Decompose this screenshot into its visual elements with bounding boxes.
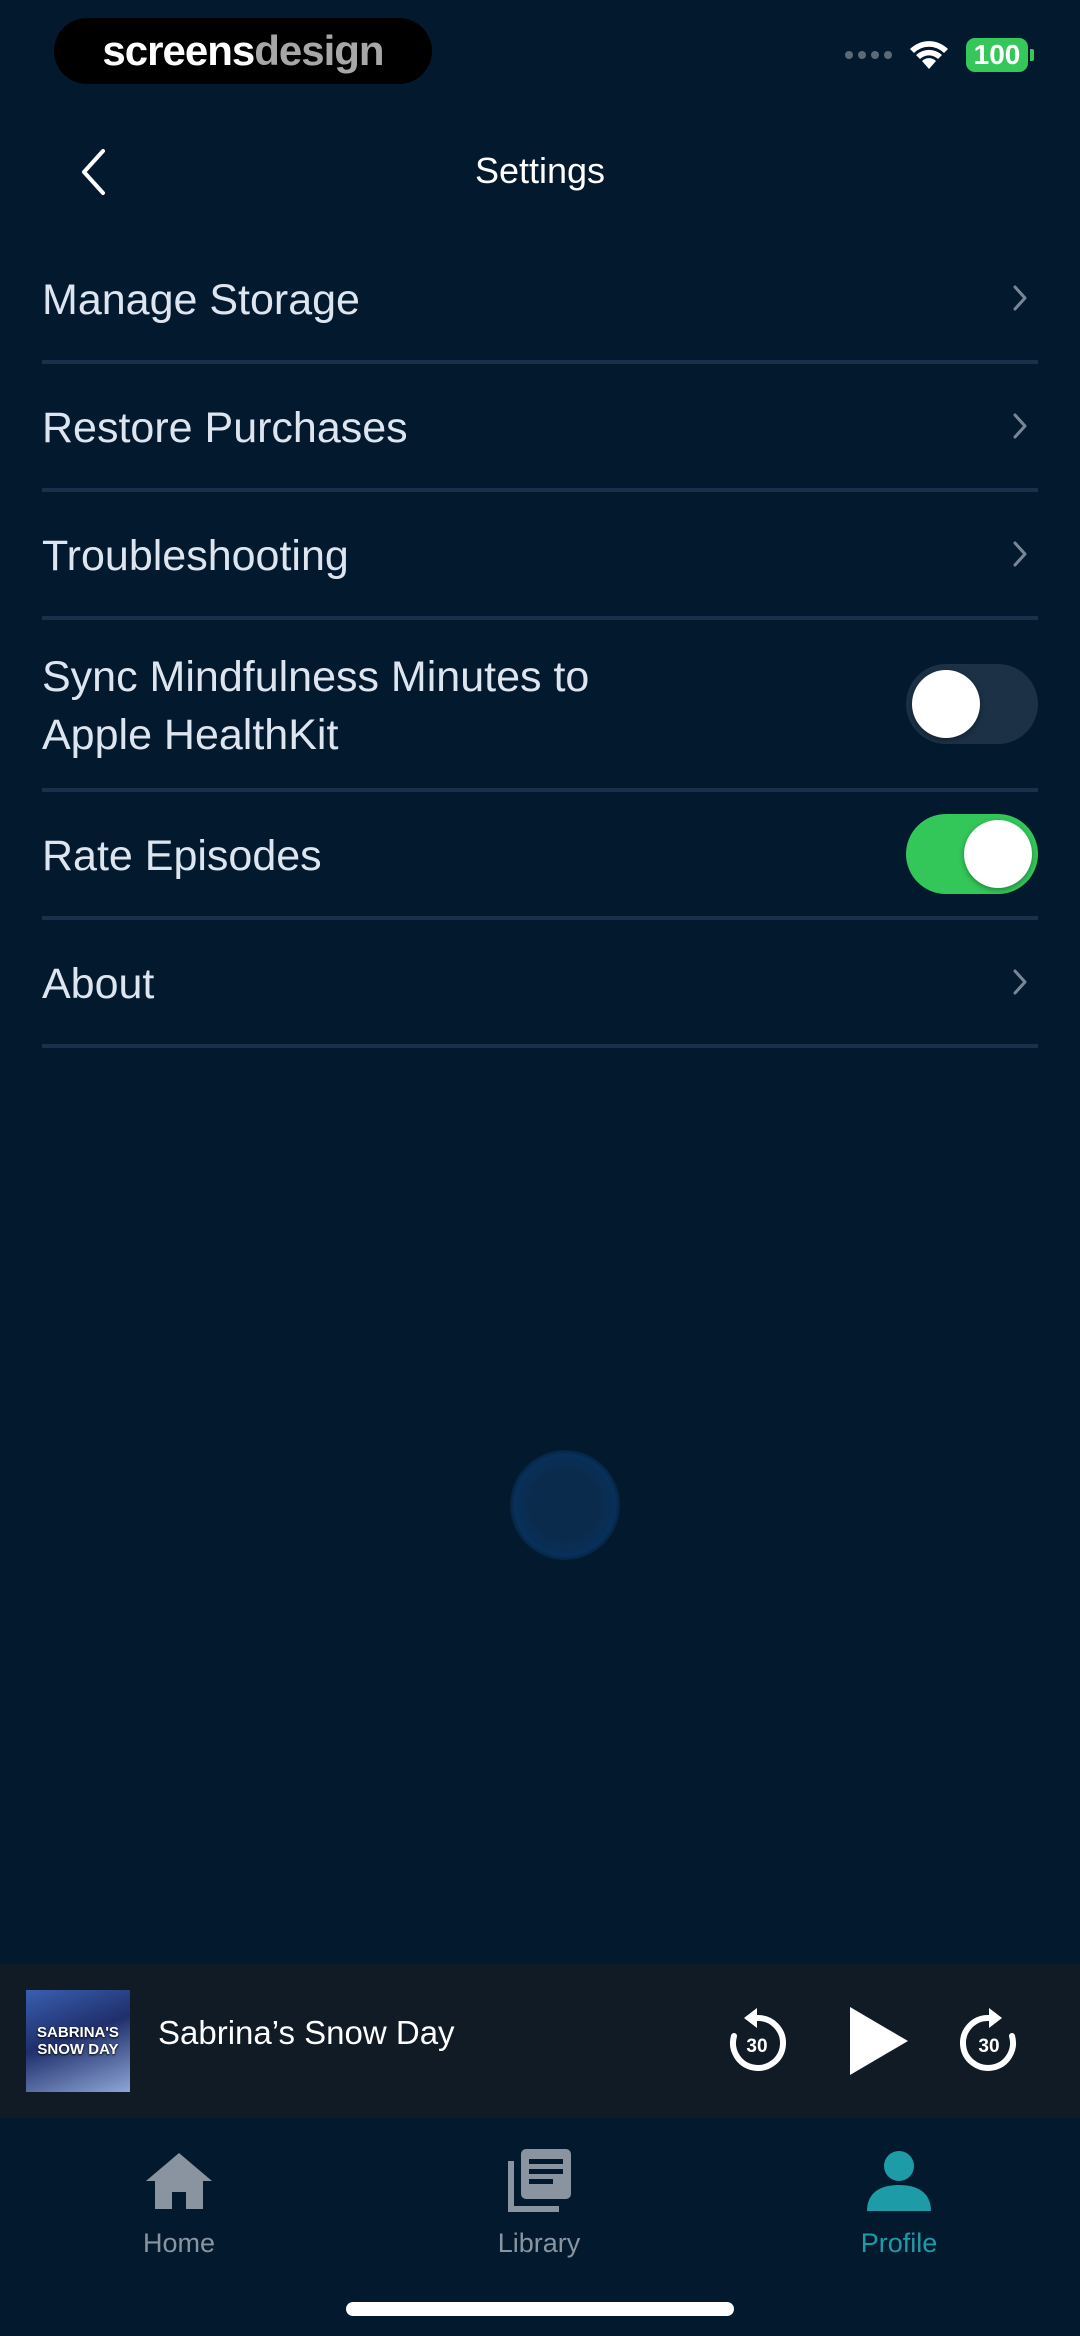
rewind-30-icon: 30 [730, 2008, 786, 2071]
loading-spinner [510, 1450, 620, 1560]
battery-indicator: 100 [966, 38, 1034, 72]
chevron-right-icon [1008, 280, 1032, 316]
artwork-caption-line2: SNOW DAY [37, 2041, 119, 2058]
cellular-signal-icon [845, 51, 892, 59]
settings-row-rate-episodes: Rate Episodes [42, 792, 1038, 920]
library-icon [508, 2149, 571, 2212]
svg-text:30: 30 [746, 2036, 767, 2057]
rewind-30-button[interactable]: 30 [712, 1996, 802, 2086]
rate-episodes-toggle[interactable] [906, 814, 1038, 894]
toggle-knob [912, 670, 980, 738]
chevron-right-icon [1008, 408, 1032, 444]
tab-label: Library [497, 2228, 581, 2258]
tab-label: Home [142, 2228, 216, 2258]
settings-row-label: Sync Mindfulness Minutes to Apple Health… [42, 644, 589, 764]
mini-player[interactable]: SABRINA'S SNOW DAY Sabrina’s Snow Day 30… [0, 1964, 1080, 2118]
tab-home[interactable]: Home [59, 2138, 299, 2259]
status-indicators: 100 [845, 38, 1034, 72]
settings-row-label: Troubleshooting [42, 532, 349, 580]
episode-artwork: SABRINA'S SNOW DAY [26, 1990, 130, 2092]
healthkit-sync-toggle[interactable] [906, 664, 1038, 744]
settings-row-label: Restore Purchases [42, 404, 408, 452]
artwork-caption: SABRINA'S SNOW DAY [37, 2024, 119, 2058]
svg-text:30: 30 [978, 2036, 999, 2057]
chevron-right-icon [1008, 964, 1032, 1000]
settings-row-label: Manage Storage [42, 276, 360, 324]
play-button[interactable] [834, 1996, 924, 2086]
toggle-knob [964, 820, 1032, 888]
tab-label: Profile [860, 2228, 938, 2258]
tab-profile[interactable]: Profile [779, 2138, 1019, 2259]
settings-row-label-line2: Apple HealthKit [42, 711, 339, 759]
brand-logo: screens design [54, 18, 432, 84]
forward-30-button[interactable]: 30 [944, 1996, 1034, 2086]
settings-list: Manage Storage Restore Purchases Trouble… [42, 236, 1038, 1048]
settings-row-restore-purchases[interactable]: Restore Purchases [42, 364, 1038, 492]
track-title: Sabrina’s Snow Day [158, 2014, 455, 2051]
profile-icon [867, 2151, 931, 2211]
settings-row-label: Rate Episodes [42, 832, 322, 880]
page-title: Settings [474, 150, 606, 191]
home-icon [146, 2153, 212, 2209]
chevron-right-icon [1008, 536, 1032, 572]
settings-row-manage-storage[interactable]: Manage Storage [42, 236, 1038, 364]
settings-row-about[interactable]: About [42, 920, 1038, 1048]
artwork-caption-line1: SABRINA'S [37, 2024, 119, 2041]
brand-logo-bold: screens [102, 27, 255, 74]
settings-row-troubleshooting[interactable]: Troubleshooting [42, 492, 1038, 620]
wifi-icon [910, 41, 948, 69]
brand-logo-light: design [254, 27, 384, 74]
home-indicator [346, 2302, 734, 2316]
settings-screen: screens design 100 Settings Manage Storag… [0, 0, 1080, 2336]
play-icon [850, 2007, 908, 2075]
forward-30-icon: 30 [960, 2008, 1016, 2071]
settings-row-label-line1: Sync Mindfulness Minutes to [42, 653, 590, 701]
tab-library[interactable]: Library [419, 2138, 659, 2259]
settings-row-label: About [42, 960, 155, 1008]
settings-row-sync-healthkit: Sync Mindfulness Minutes to Apple Health… [42, 620, 1038, 792]
